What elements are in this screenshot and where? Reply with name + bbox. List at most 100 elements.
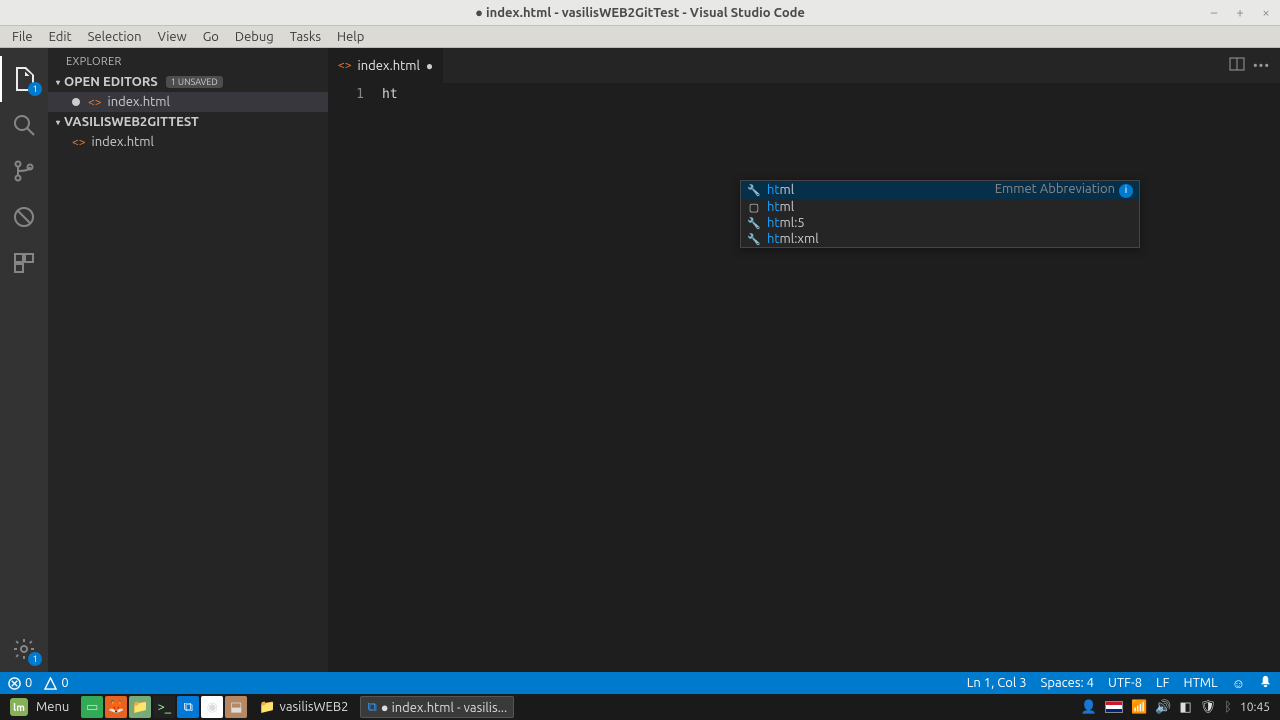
wrench-icon: 🔧 [747,184,761,197]
status-cursor[interactable]: Ln 1, Col 3 [967,676,1027,690]
shield-icon[interactable]: 🛡 [1200,700,1217,715]
split-editor-button[interactable] [1229,56,1245,75]
menu-tasks[interactable]: Tasks [282,28,329,46]
status-errors[interactable]: 0 [8,676,32,690]
folder-icon: 📁 [259,700,275,715]
dirty-indicator-icon [72,98,80,106]
chrome-icon[interactable]: ◉ [201,696,223,718]
wifi-icon[interactable]: 📶 [1131,700,1147,715]
line-number: 1 [328,87,382,102]
vscode-body: 1 1 EXPLORER ▾ OPEN EDITORS 1 UNSAVED < [0,48,1280,672]
editor-actions: ••• [1229,48,1280,83]
vscode-icon[interactable]: ⧉ [177,696,199,718]
search-icon [12,113,36,137]
window-controls: – + × [1206,6,1274,20]
html-file-icon: <> [72,136,86,149]
activity-bar: 1 1 [0,48,48,672]
window-title: ● index.html - vasilisWEB2GitTest - Visu… [475,5,805,20]
files-icon[interactable]: 📁 [129,696,151,718]
tab-index-html[interactable]: <> index.html ● [328,48,444,83]
suggest-side-label: Emmet Abbreviationi [995,182,1133,198]
menu-go[interactable]: Go [195,28,227,46]
activity-extensions[interactable] [0,240,48,286]
clock[interactable]: 10:45 [1240,701,1270,714]
status-notifications[interactable] [1259,675,1272,691]
activity-search[interactable] [0,102,48,148]
open-editor-item[interactable]: <> index.html [48,92,328,112]
status-eol[interactable]: LF [1156,676,1169,690]
activity-settings[interactable]: 1 [0,626,48,672]
sidebar-title: EXPLORER [48,48,328,72]
wrench-icon: 🔧 [747,217,761,230]
minimize-button[interactable]: – [1206,6,1222,20]
suggest-widget: 🔧 html Emmet Abbreviationi ▢ html 🔧 html… [740,180,1140,248]
html-file-icon: <> [88,96,102,109]
editor-area: <> index.html ● ••• 1 ht 🔧 html [328,48,1280,672]
info-icon[interactable]: i [1119,184,1133,198]
menu-selection[interactable]: Selection [80,28,150,46]
volume-icon[interactable]: 🔊 [1155,700,1171,715]
suggest-item[interactable]: ▢ html [741,199,1139,215]
open-editor-label: index.html [108,95,170,109]
status-bar: 0 0 Ln 1, Col 3 Spaces: 4 UTF-8 LF HTML … [0,672,1280,694]
os-titlebar: ● index.html - vasilisWEB2GitTest - Visu… [0,0,1280,26]
vscode-icon: ⧉ [367,700,376,715]
tray-app-icon[interactable]: ◧ [1179,700,1191,715]
split-icon [1229,56,1245,72]
taskbar-launchers: ▭ 🦊 📁 >_ ⧉ ◉ ⬓ [81,696,247,718]
snippet-icon: ▢ [747,201,761,214]
extensions-icon [12,251,36,275]
menubar: File Edit Selection View Go Debug Tasks … [0,26,1280,48]
firefox-icon[interactable]: 🦊 [105,696,127,718]
file-item-label: index.html [92,135,154,149]
start-menu-button[interactable]: lm Menu [4,696,75,718]
activity-debug[interactable] [0,194,48,240]
mint-logo-icon: lm [10,698,28,716]
file-item[interactable]: <> index.html [48,132,328,152]
open-editors-header[interactable]: ▾ OPEN EDITORS 1 UNSAVED [48,72,328,92]
menu-view[interactable]: View [150,28,195,46]
status-language[interactable]: HTML [1184,676,1218,690]
taskbar-folder-task[interactable]: 📁 vasilisWEB2 [253,696,354,718]
menu-edit[interactable]: Edit [41,28,80,46]
dirty-indicator-icon: ● [426,59,433,73]
menu-debug[interactable]: Debug [227,28,282,46]
html-file-icon: <> [338,59,352,72]
debug-icon [12,205,36,229]
code-editor[interactable]: 1 ht 🔧 html Emmet Abbreviationi ▢ html 🔧… [328,83,1280,672]
system-tray: 👤 📶 🔊 ◧ 🛡 ᛒ 10:45 [1081,700,1276,715]
menu-file[interactable]: File [4,28,41,46]
bluetooth-icon[interactable]: ᛒ [1224,700,1232,714]
taskbar-active-task[interactable]: ⧉ ● index.html - vasilis... [360,696,514,718]
tab-label: index.html [358,59,420,73]
suggest-item[interactable]: 🔧 html Emmet Abbreviationi [741,181,1139,199]
explorer-sidebar: EXPLORER ▾ OPEN EDITORS 1 UNSAVED <> ind… [48,48,328,672]
workspace-header[interactable]: ▾ VASILISWEB2GITTEST [48,112,328,132]
wrench-icon: 🔧 [747,233,761,246]
suggest-item[interactable]: 🔧 html:xml [741,231,1139,247]
status-feedback[interactable]: ☺ [1232,676,1245,691]
status-encoding[interactable]: UTF-8 [1108,676,1142,690]
os-taskbar: lm Menu ▭ 🦊 📁 >_ ⧉ ◉ ⬓ 📁 vasilisWEB2 ⧉ ●… [0,694,1280,720]
activity-scm[interactable] [0,148,48,194]
menu-help[interactable]: Help [329,28,372,46]
maximize-button[interactable]: + [1232,6,1248,20]
activity-explorer[interactable]: 1 [0,56,48,102]
settings-badge: 1 [28,652,42,666]
close-button[interactable]: × [1258,6,1274,20]
status-warnings[interactable]: 0 [44,676,68,690]
more-actions-button[interactable]: ••• [1253,59,1270,73]
error-icon [8,677,21,690]
chevron-down-icon: ▾ [56,118,60,127]
unsaved-badge: 1 UNSAVED [166,76,223,88]
suggest-item[interactable]: 🔧 html:5 [741,215,1139,231]
code-line: ht [382,87,398,102]
warning-icon [44,677,57,690]
user-icon[interactable]: 👤 [1081,700,1097,715]
app-icon[interactable]: ⬓ [225,696,247,718]
terminal-icon[interactable]: >_ [153,696,175,718]
status-spaces[interactable]: Spaces: 4 [1041,676,1094,690]
keyboard-layout-indicator[interactable] [1105,701,1123,713]
show-desktop-icon[interactable]: ▭ [81,696,103,718]
explorer-badge: 1 [28,82,42,96]
